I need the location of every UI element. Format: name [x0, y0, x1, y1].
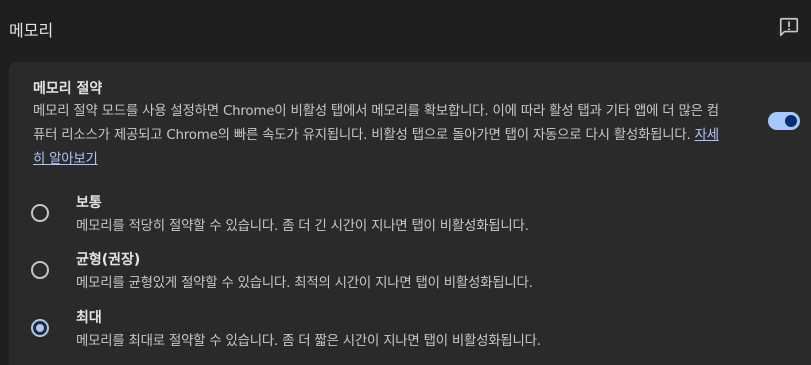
memory-saver-toggle[interactable]: [768, 112, 800, 130]
radio-balanced[interactable]: [31, 261, 49, 279]
settings-page: 메모리 메모리 절약 메모리 절약 모드를 사용 설정하면 Chrome이 비활…: [0, 0, 811, 365]
option-description: 메모리를 적당히 절약할 수 있습니다. 좀 더 긴 시간이 지나면 탭이 비활…: [76, 219, 529, 234]
option-balanced[interactable]: 균형(권장) 메모리를 균형있게 절약할 수 있습니다. 최적의 시간이 지나면…: [31, 249, 791, 297]
option-moderate[interactable]: 보통 메모리를 적당히 절약할 수 있습니다. 좀 더 긴 시간이 지나면 탭이…: [31, 192, 791, 240]
option-maximum[interactable]: 최대 메모리를 최대로 절약할 수 있습니다. 좀 더 짧은 시간이 지나면 탭…: [31, 307, 791, 355]
option-description: 메모리를 최대로 절약할 수 있습니다. 좀 더 짧은 시간이 지나면 탭이 비…: [76, 334, 541, 349]
memory-saver-title: 메모리 절약: [33, 81, 103, 97]
memory-saver-description: 메모리 절약 모드를 사용 설정하면 Chrome이 비활성 탭에서 메모리를 …: [33, 100, 723, 172]
memory-saver-card: 메모리 절약 메모리 절약 모드를 사용 설정하면 Chrome이 비활성 탭에…: [9, 62, 811, 365]
radio-moderate[interactable]: [31, 204, 49, 222]
radio-maximum[interactable]: [31, 319, 49, 337]
page-title: 메모리: [9, 21, 54, 40]
memory-saver-description-text: 메모리 절약 모드를 사용 설정하면 Chrome이 비활성 탭에서 메모리를 …: [33, 104, 719, 143]
option-description: 메모리를 균형있게 절약할 수 있습니다. 최적의 시간이 지나면 탭이 비활성…: [76, 276, 533, 291]
toggle-knob: [785, 115, 797, 127]
option-label: 최대: [76, 310, 102, 326]
option-label: 균형(권장): [76, 252, 141, 268]
option-label: 보통: [76, 195, 102, 211]
feedback-icon[interactable]: [778, 16, 800, 38]
